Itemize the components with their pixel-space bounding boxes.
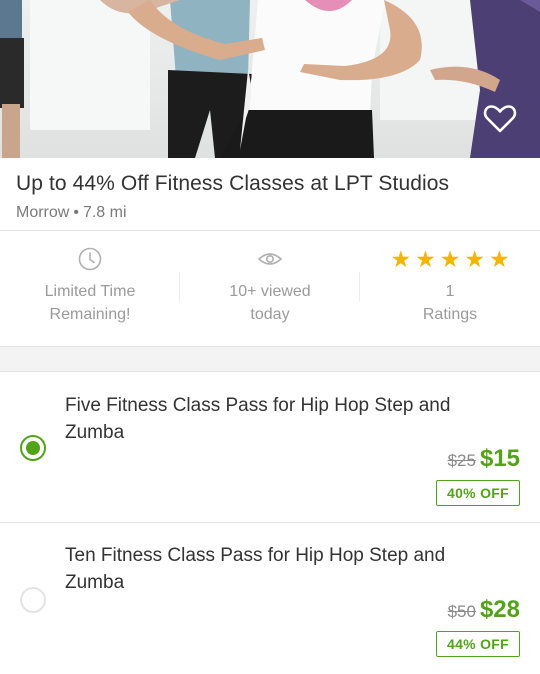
rating-count: 1	[445, 283, 455, 300]
star-icon: ★	[390, 246, 412, 272]
stat-ratings[interactable]: ★ ★ ★ ★ ★ 1 Ratings	[360, 232, 540, 346]
deal-stats-row: Limited Time Remaining! 10+ viewed today…	[0, 232, 540, 346]
stat-time-remaining: Limited Time Remaining!	[0, 232, 180, 346]
discount-badge: 44% OFF	[435, 631, 520, 657]
star-icon: ★	[464, 246, 485, 272]
heart-outline-icon	[483, 105, 517, 133]
eye-icon	[257, 253, 283, 265]
location-name: Morrow	[16, 204, 70, 221]
rating-stars: ★ ★ ★ ★ ★	[390, 246, 509, 272]
discount-badge: 40% OFF	[435, 480, 520, 506]
star-icon: ★	[415, 246, 436, 272]
deal-title: Up to 44% Off Fitness Classes at LPT Stu…	[16, 172, 450, 195]
discounted-price: $15	[479, 445, 520, 472]
deal-option-1[interactable]: Five Fitness Class Pass for Hip Hop Step…	[0, 372, 540, 522]
stat-views-line1: 10+ viewed	[229, 283, 311, 300]
option-radio-selected[interactable]	[20, 435, 46, 461]
section-separator	[0, 347, 540, 371]
original-price: $50	[447, 602, 476, 621]
star-icon: ★	[439, 246, 461, 272]
discounted-price: $28	[479, 596, 520, 623]
stat-time-line1: Limited Time	[44, 283, 136, 300]
option-title: Ten Fitness Class Pass for Hip Hop Step …	[65, 545, 446, 593]
deal-location: Morrow • 7.8 mi	[16, 204, 127, 222]
stat-views: 10+ viewed today	[180, 232, 360, 346]
original-price: $25	[447, 451, 476, 470]
stat-views-line2: today	[250, 306, 290, 323]
option-price: $25 $15	[448, 445, 520, 473]
divider	[0, 230, 540, 231]
option-price: $50 $28	[448, 596, 520, 624]
option-title: Five Fitness Class Pass for Hip Hop Step…	[65, 395, 451, 443]
rating-label: Ratings	[422, 306, 478, 323]
deal-hero-image	[0, 0, 540, 158]
stat-time-line2: Remaining!	[49, 306, 131, 323]
fitness-class-photo	[0, 0, 540, 158]
favorite-button[interactable]	[480, 98, 520, 138]
clock-icon	[78, 247, 102, 271]
option-radio-unselected[interactable]	[20, 587, 46, 613]
separator-dot: •	[73, 204, 79, 221]
star-icon: ★	[488, 246, 510, 272]
distance: 7.8 mi	[82, 204, 127, 221]
deal-option-2[interactable]: Ten Fitness Class Pass for Hip Hop Step …	[0, 523, 540, 674]
